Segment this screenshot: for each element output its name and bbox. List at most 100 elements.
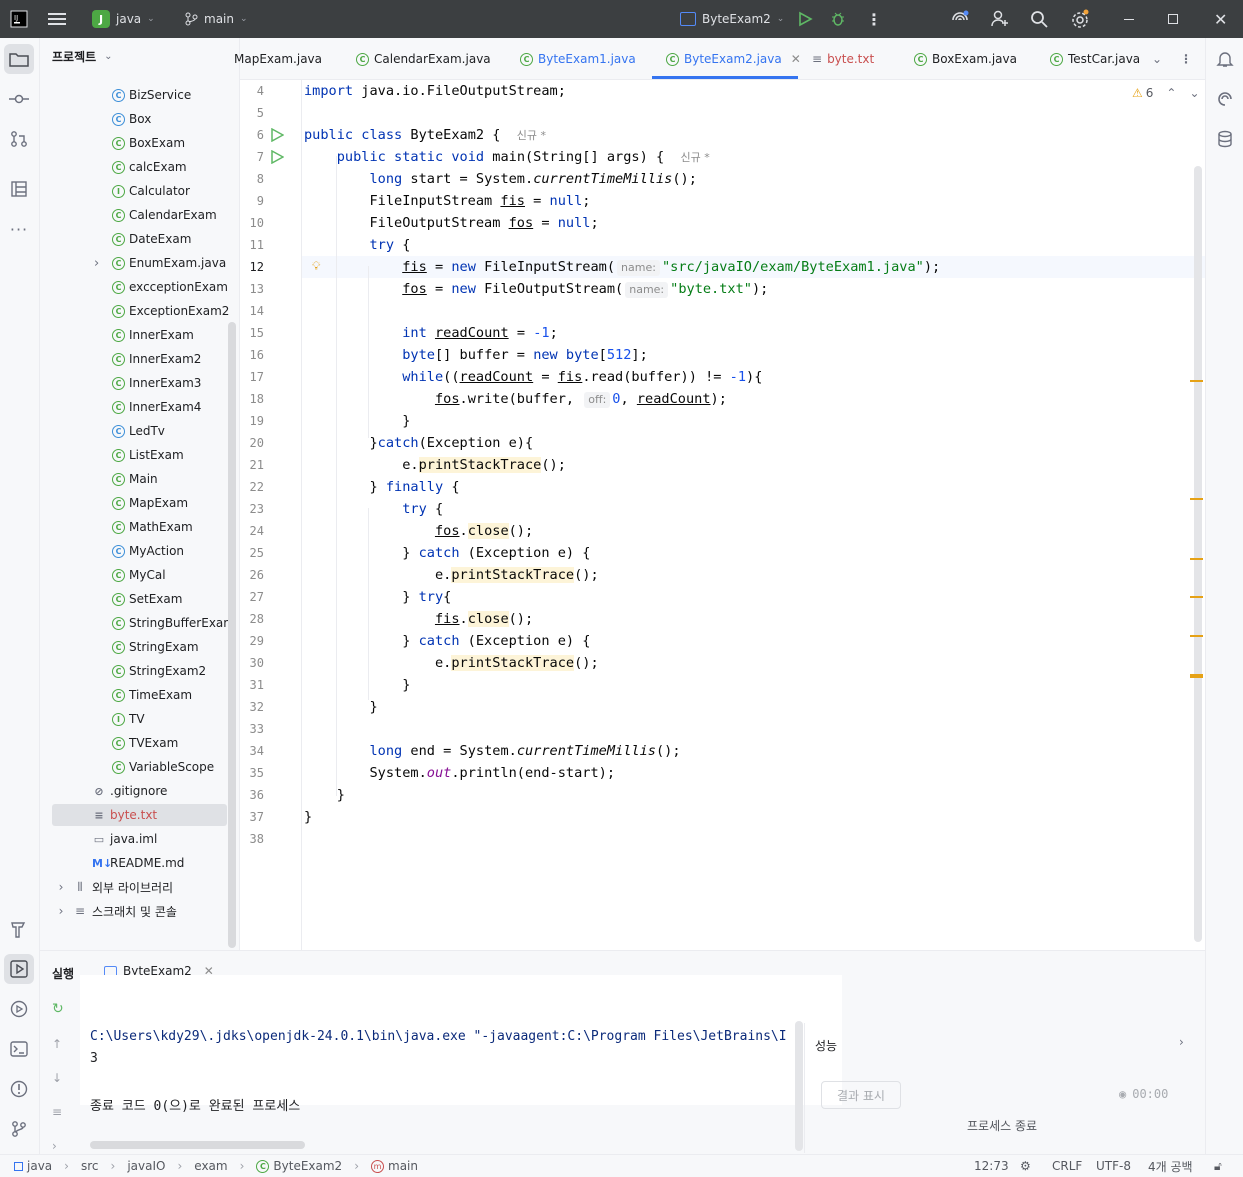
tab-byteexam1[interactable]: C ByteExam1.java <box>520 38 636 80</box>
code-editor[interactable]: 4 5 6 7 8 9 10 11 12 💡︎ 13 14 15 16 17 18 19 20 21 22 23 24 25… <box>240 80 1205 950</box>
more-tools-icon[interactable]: ··· <box>4 214 34 244</box>
tree-item-scratches[interactable]: › ≡ 스크래치 및 콘솔 <box>54 899 177 923</box>
add-user-icon[interactable] <box>990 0 1010 38</box>
warning-stripe-mark[interactable] <box>1190 498 1203 500</box>
tab-testcar[interactable]: C TestCar.java <box>1050 38 1140 80</box>
notifications-bell-icon[interactable] <box>1210 44 1240 74</box>
project-scrollbar[interactable] <box>228 322 236 948</box>
search-icon[interactable] <box>1030 0 1048 38</box>
ai-chat-icon[interactable] <box>1210 84 1240 114</box>
tree-item-class[interactable]: C StringExam2 <box>112 659 206 683</box>
tree-item-class[interactable]: C Main <box>112 467 158 491</box>
inspection-widget[interactable]: ⚠ 6 ⌃ ⌄ <box>1132 86 1200 100</box>
scroll-down-icon[interactable]: ↓ <box>52 1071 62 1085</box>
breadcrumb-item[interactable]: javaIO <box>127 1159 165 1173</box>
vcs-icon[interactable]: ⚙ <box>1020 1155 1031 1177</box>
git-icon[interactable] <box>4 1114 34 1144</box>
console-hscrollbar[interactable] <box>90 1141 305 1149</box>
build-hammer-icon[interactable] <box>4 914 34 944</box>
tree-item-class[interactable]: C TVExam <box>112 731 178 755</box>
tree-item-class[interactable]: C BizService <box>112 83 191 107</box>
tree-item-class[interactable]: C InnerExam2 <box>112 347 201 371</box>
settings-gear-icon[interactable] <box>1070 0 1090 38</box>
run-gutter-icon[interactable] <box>270 149 285 167</box>
tree-item-file[interactable]: ≡ byte.txt <box>92 803 157 827</box>
tree-item-class[interactable]: C CalendarExam <box>112 203 217 227</box>
tree-item-class[interactable]: C SetExam <box>112 587 182 611</box>
warning-stripe-mark[interactable] <box>1190 676 1203 678</box>
file-encoding[interactable]: UTF-8 <box>1096 1155 1131 1177</box>
tree-item-class[interactable]: C MapExam <box>112 491 188 515</box>
warning-stripe-mark[interactable] <box>1190 558 1203 560</box>
editor-scrollbar[interactable] <box>1194 166 1202 942</box>
tree-item-class[interactable]: C ListExam <box>112 443 184 467</box>
tree-item-file[interactable]: ▭ java.iml <box>92 827 158 851</box>
lock-icon[interactable]: 🔓︎ <box>1214 1155 1222 1177</box>
expand-chevron-icon[interactable]: › <box>94 256 99 271</box>
tree-item-class[interactable]: I TV <box>112 707 145 731</box>
services-icon[interactable] <box>4 994 34 1024</box>
breadcrumb-item[interactable]: exam <box>194 1159 227 1173</box>
warning-stripe-mark[interactable] <box>1190 596 1203 598</box>
commit-icon[interactable] <box>4 84 34 114</box>
tree-item-class[interactable]: C VariableScope <box>112 755 214 779</box>
chevron-down-icon[interactable]: ⌄ <box>1189 86 1199 100</box>
line-separator[interactable]: CRLF <box>1052 1155 1082 1177</box>
project-switcher[interactable]: J java ⌄ <box>92 0 155 38</box>
tab-options-icon[interactable]: ⋮ <box>1180 38 1192 80</box>
tree-item-file[interactable]: M↓ README.md <box>92 851 184 875</box>
close-tab-icon[interactable]: ✕ <box>791 52 801 66</box>
tree-item-class[interactable]: C MyAction <box>112 539 184 563</box>
tab-calendarexam[interactable]: C CalendarExam.java <box>356 38 491 80</box>
breadcrumb-item[interactable]: C ByteExam2 <box>256 1159 342 1173</box>
minimize-button[interactable] <box>1124 0 1134 38</box>
tree-item-class[interactable]: C InnerExam <box>112 323 194 347</box>
tree-item-class[interactable]: C MyCal <box>112 563 166 587</box>
run-tool-icon[interactable] <box>4 954 34 984</box>
close-window-button[interactable]: ✕ <box>1214 0 1227 38</box>
tab-byte-txt[interactable]: ≡ byte.txt <box>812 38 874 80</box>
scroll-up-icon[interactable]: ↑ <box>52 1037 62 1051</box>
tab-byteexam2[interactable]: C ByteExam2.java ✕ <box>666 38 801 80</box>
caret-position[interactable]: 12:73 <box>974 1155 1009 1177</box>
breadcrumb-item[interactable]: m main <box>371 1159 418 1173</box>
run-config-selector[interactable]: ByteExam2 ⌄ <box>680 0 784 38</box>
chevron-up-icon[interactable]: ⌃ <box>1166 86 1176 100</box>
maximize-button[interactable] <box>1168 0 1178 38</box>
run-gutter-icon[interactable] <box>270 127 285 145</box>
tabs-dropdown-icon[interactable]: ⌄ <box>1152 38 1162 80</box>
show-results-button[interactable]: 결과 표시 <box>821 1081 901 1109</box>
tree-item-class[interactable]: C LedTv <box>112 419 165 443</box>
warning-stripe-mark[interactable] <box>1190 635 1203 637</box>
console-output[interactable]: C:\Users\kdy29\.jdks\openjdk-24.0.1\bin\… <box>80 975 842 1114</box>
soft-wrap-icon[interactable]: ≡ <box>52 1105 62 1119</box>
tree-item-class[interactable]: I Calculator <box>112 179 190 203</box>
project-folder-icon[interactable] <box>4 44 34 74</box>
debug-button[interactable] <box>830 0 846 38</box>
branch-switcher[interactable]: main ⌄ <box>184 0 248 38</box>
main-menu-icon[interactable] <box>48 0 66 38</box>
run-button[interactable] <box>797 0 813 38</box>
tree-item-class[interactable]: CcalcExam <box>112 155 187 179</box>
indent-setting[interactable]: 4개 공백 <box>1148 1155 1193 1177</box>
tree-item-class[interactable]: C TimeExam <box>112 683 192 707</box>
tree-item-class[interactable]: C BoxExam <box>112 131 185 155</box>
ai-assistant-icon[interactable] <box>950 0 970 38</box>
tree-item-class[interactable]: C StringBufferExam <box>112 611 235 635</box>
console-vscrollbar[interactable] <box>795 1021 803 1151</box>
database-icon[interactable] <box>1210 124 1240 154</box>
pull-requests-icon[interactable] <box>4 124 34 154</box>
project-panel-header[interactable]: 프로젝트 ⌄ <box>52 48 113 65</box>
breadcrumb-item[interactable]: src <box>81 1159 99 1173</box>
tree-item-class[interactable]: › C EnumExam.java <box>94 251 226 275</box>
tree-item-class[interactable]: CexcceptionExam <box>112 275 228 299</box>
tree-item-class[interactable]: C ExceptionExam2 <box>112 299 229 323</box>
breadcrumb-item[interactable]: java <box>14 1159 52 1173</box>
tree-item-class[interactable]: C StringExam <box>112 635 199 659</box>
expand-icon[interactable]: › <box>52 1139 62 1153</box>
tree-item-external-libraries[interactable]: › ⫴ 외부 라이브러리 <box>54 875 174 899</box>
expand-chevron-icon[interactable]: › <box>54 904 68 918</box>
warning-stripe-mark[interactable] <box>1190 380 1203 382</box>
tree-item-file[interactable]: ⊘ .gitignore <box>92 779 167 803</box>
tree-item-class[interactable]: C DateExam <box>112 227 191 251</box>
